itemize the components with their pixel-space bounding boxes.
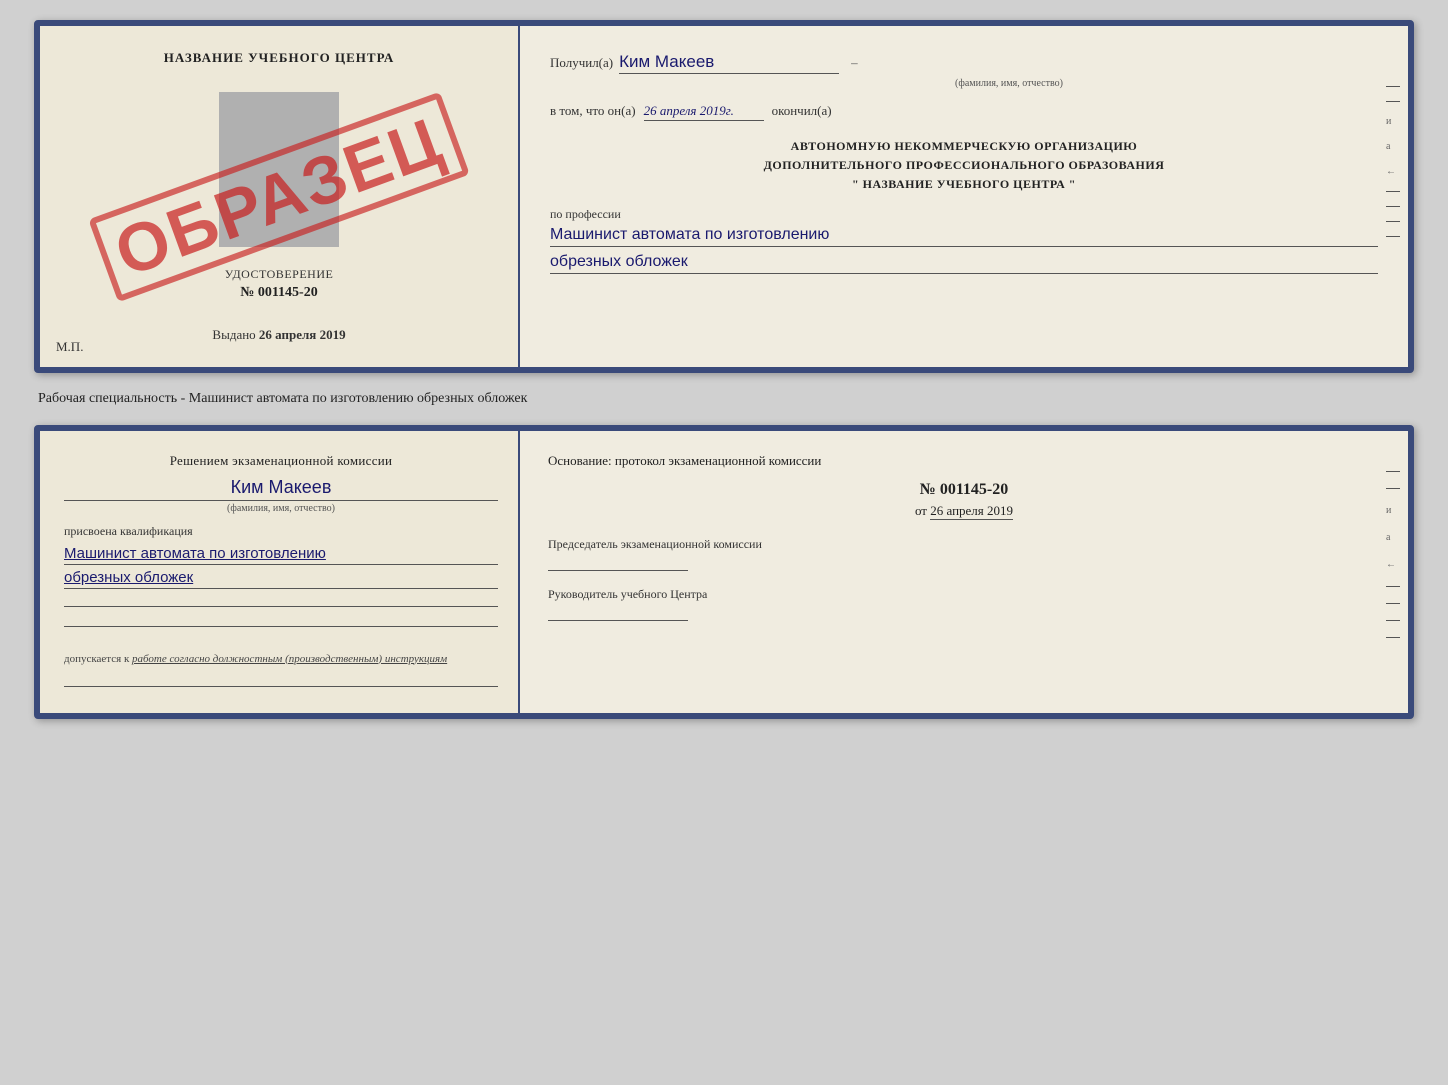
issued-label: Выдано [212,327,255,342]
top-certificate-card: НАЗВАНИЕ УЧЕБНОГО ЦЕНТРА УДОСТОВЕРЕНИЕ №… [34,20,1414,373]
org-line1: АВТОНОМНУЮ НЕКОММЕРЧЕСКУЮ ОРГАНИЗАЦИЮ [550,137,1378,156]
cert-school-title: НАЗВАНИЕ УЧЕБНОГО ЦЕНТРА [164,50,395,66]
qualification-label: присвоена квалификация [64,524,193,539]
bottom-side-lines: и а ← [1386,471,1400,638]
blank-line-2 [64,613,498,627]
person-name: Ким Макеев [64,477,498,501]
caption-line: Рабочая специальность - Машинист автомат… [34,391,1414,407]
qualification-line1: Машинист автомата по изготовлению [64,545,498,565]
допускается-label: допускается к [64,653,129,665]
chairman-block: Председатель экзаменационной комиссии [548,535,1380,571]
completed-suffix: окончил(а) [772,103,832,119]
side-decorative-lines: и а ← [1386,86,1400,237]
protocol-number: № 001145-20 [548,481,1380,499]
chairman-label: Председатель экзаменационной комиссии [548,537,762,551]
fio-hint-top: (фамилия, имя, отчество) [640,78,1378,89]
mp-label: М.П. [56,339,83,355]
head-sig-line [548,607,688,621]
bottom-certificate-card: Решением экзаменационной комиссии Ким Ма… [34,425,1414,719]
head-block: Руководитель учебного Центра [548,585,1380,621]
cert-label: УДОСТОВЕРЕНИЕ [225,267,334,281]
qualification-line2: обрезных обложек [64,569,498,589]
допускается-value: работе согласно должностным (производств… [132,653,447,665]
issued-date-value: 26 апреля 2019 [259,327,346,342]
recipient-label: Получил(а) [550,55,613,71]
commission-intro: Решением экзаменационной комиссии [64,451,498,471]
org-block: АВТОНОМНУЮ НЕКОММЕРЧЕСКУЮ ОРГАНИЗАЦИЮ ДО… [550,137,1378,195]
org-line3: " НАЗВАНИЕ УЧЕБНОГО ЦЕНТРА " [550,175,1378,194]
top-card-left: НАЗВАНИЕ УЧЕБНОГО ЦЕНТРА УДОСТОВЕРЕНИЕ №… [40,26,520,367]
blank-line-bottom [64,673,498,687]
completed-line: в том, что он(а) 26 апреля 2019г. окончи… [550,103,1378,121]
completed-prefix: в том, что он(а) [550,103,636,119]
top-card-right: Получил(а) Ким Макеев – (фамилия, имя, о… [520,26,1408,367]
recipient-dash: – [851,55,858,71]
protocol-date-block: от 26 апреля 2019 [548,503,1380,519]
chairman-sig-line [548,557,688,571]
profession-label: по профессии [550,207,1378,222]
blank-line-1 [64,593,498,607]
issued-date-block: Выдано 26 апреля 2019 [212,327,345,343]
cert-number: № 001145-20 [225,285,334,301]
recipient-line: Получил(а) Ким Макеев – [550,52,1378,74]
допускается-block: допускается к работе согласно должностны… [64,651,447,668]
org-line2: ДОПОЛНИТЕЛЬНОГО ПРОФЕССИОНАЛЬНОГО ОБРАЗО… [550,156,1378,175]
completed-date: 26 апреля 2019г. [644,103,764,121]
bottom-card-right: Основание: протокол экзаменационной коми… [520,431,1408,713]
protocol-date-prefix: от [915,503,927,518]
osnov-label: Основание: протокол экзаменационной коми… [548,451,1380,471]
fio-hint-bottom: (фамилия, имя, отчество) [64,503,498,514]
head-label: Руководитель учебного Центра [548,587,707,601]
profession-line1: Машинист автомата по изготовлению [550,226,1378,247]
recipient-name: Ким Макеев [619,52,839,74]
photo-placeholder [219,92,339,247]
bottom-card-left: Решением экзаменационной комиссии Ким Ма… [40,431,520,713]
protocol-date-value: 26 апреля 2019 [930,503,1013,520]
profession-line2: обрезных обложек [550,253,1378,274]
cert-label-block: УДОСТОВЕРЕНИЕ № 001145-20 [225,265,334,301]
